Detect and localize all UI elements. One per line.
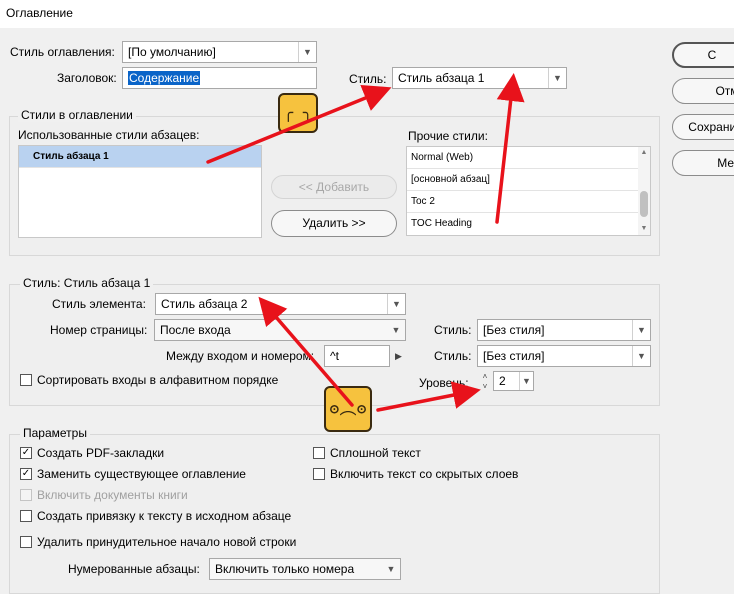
sort-checkbox[interactable] [20,374,32,386]
style-select[interactable]: Стиль абзаца 1 ▼ [392,67,567,89]
run-in-checkbox[interactable] [313,447,325,459]
params-group-title: Параметры [20,426,90,440]
between-input[interactable]: ^t [324,345,390,367]
page-number-label: Номер страницы: [50,323,148,337]
replace-toc-checkbox[interactable]: ✓ [20,468,32,480]
anchor-checkbox[interactable] [20,510,32,522]
between-style-value: [Без стиля] [483,349,545,363]
remove-break-label: Удалить принудительное начало новой стро… [37,535,297,549]
scrollbar[interactable]: ▲ ▼ [638,147,650,235]
remove-break-checkbox[interactable] [20,536,32,548]
chevron-down-icon[interactable]: ▼ [298,42,316,62]
page-style-label: Стиль: [434,323,472,337]
page-number-value: После входа [160,323,231,337]
between-style-select[interactable]: [Без стиля] ▼ [477,345,651,367]
toc-style-label: Стиль оглавления: [10,45,115,59]
sort-label: Сортировать входы в алфавитном порядке [37,373,279,387]
list-item[interactable]: Стиль абзаца 1 [19,146,261,168]
list-item[interactable]: TOC Heading [407,213,650,235]
numbered-label: Нумерованные абзацы: [68,562,200,576]
pdf-bookmarks-checkbox[interactable]: ✓ [20,447,32,459]
heading-input[interactable]: Содержание [122,67,317,89]
list-item[interactable]: Toc 2 [407,191,650,213]
level-stepper[interactable]: ˄ ˅ [478,372,492,392]
anchor-label: Создать привязку к тексту в исходном абз… [37,509,292,523]
styles-group-title: Стили в оглавлении [18,108,136,122]
used-styles-list[interactable]: Стиль абзаца 1 [18,145,262,238]
used-styles-label: Использованные стили абзацев: [18,128,200,142]
page-style-select[interactable]: [Без стиля] ▼ [477,319,651,341]
play-icon[interactable]: ▶ [395,349,402,363]
remove-button[interactable]: Удалить >> [271,210,397,237]
chevron-down-icon[interactable]: ▼ [519,372,533,390]
numbered-value: Включить только номера [215,562,355,576]
between-label: Между входом и номером: [166,349,315,363]
style-value: Стиль абзаца 1 [398,71,485,85]
level-label: Уровень: [419,376,469,390]
heading-value: Содержание [128,71,201,85]
include-book-label: Включить документы книги [37,488,188,502]
chevron-down-icon[interactable]: ▼ [387,294,405,314]
level-value: 2 [499,374,506,388]
chevron-down-icon[interactable]: ▼ [632,346,650,366]
element-style-value: Стиль абзаца 2 [161,297,248,311]
element-style-label: Стиль элемента: [52,297,146,311]
run-in-label: Сплошной текст [330,446,421,460]
other-styles-list[interactable]: Normal (Web) [основной абзац] Toc 2 TOC … [406,146,651,236]
add-button[interactable]: << Добавить [271,175,397,199]
between-value: ^t [330,349,339,363]
list-item[interactable]: Normal (Web) [407,147,650,169]
hidden-layers-checkbox[interactable] [313,468,325,480]
ok-button[interactable]: C [672,42,734,68]
level-select[interactable]: 2 ▼ [493,371,534,391]
numbered-select[interactable]: Включить только номера ▼ [209,558,401,580]
chevron-down-icon[interactable]: ▼ [632,320,650,340]
page-style-value: [Без стиля] [483,323,545,337]
frown-face-annotation: ʘ︵ʘ [324,386,372,432]
save-style-button[interactable]: Сохранит [672,114,734,140]
chevron-down-icon[interactable]: ▼ [387,320,405,340]
pdf-bookmarks-label: Создать PDF-закладки [37,446,165,460]
list-item[interactable]: [основной абзац] [407,169,650,191]
sad-face-annotation: ╭ ╮ [278,93,318,133]
heading-label: Заголовок: [57,71,117,85]
style-label: Стиль: [349,72,387,86]
page-number-select[interactable]: После входа ▼ [154,319,406,341]
cancel-button[interactable]: Отм [672,78,734,104]
between-style-label: Стиль: [434,349,472,363]
include-book-checkbox[interactable] [20,489,32,501]
title-bar [0,0,734,28]
window-title: Оглавление [6,6,73,20]
toc-style-value: [По умолчанию] [128,45,216,59]
scroll-thumb[interactable] [640,191,648,217]
style-group-title: Стиль: Стиль абзаца 1 [20,276,154,290]
hidden-layers-label: Включить текст со скрытых слоев [330,467,519,481]
more-options-button[interactable]: Мен [672,150,734,176]
scroll-up-icon[interactable]: ▲ [638,147,650,159]
other-styles-label: Прочие стили: [408,129,488,143]
toc-style-select[interactable]: [По умолчанию] ▼ [122,41,317,63]
chevron-down-icon[interactable]: ▼ [382,559,400,579]
chevron-down-icon[interactable]: ▼ [548,68,566,88]
element-style-select[interactable]: Стиль абзаца 2 ▼ [155,293,406,315]
replace-toc-label: Заменить существующее оглавление [37,467,246,481]
scroll-down-icon[interactable]: ▼ [638,223,650,235]
